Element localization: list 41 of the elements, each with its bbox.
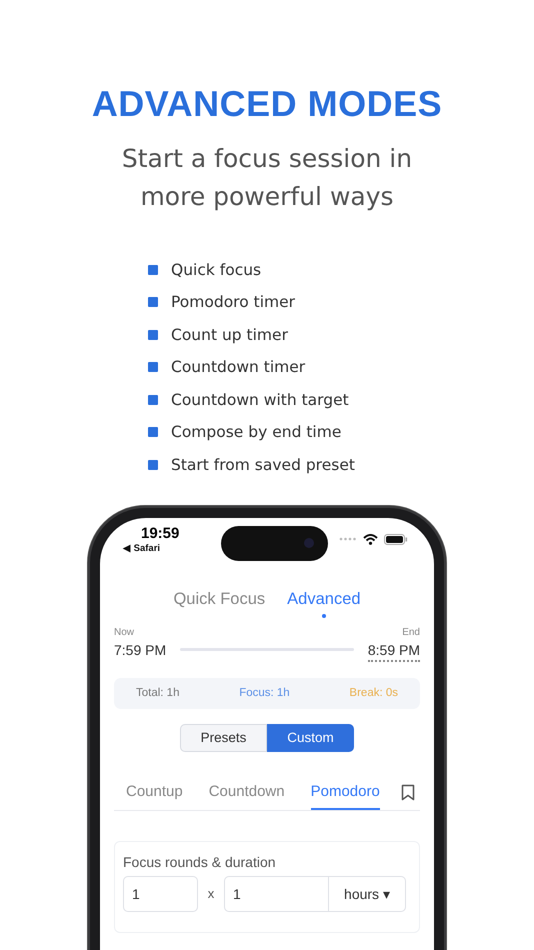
duration-field[interactable]: 1 [224,876,329,912]
feature-label: Countdown timer [171,358,306,376]
wifi-icon [363,534,378,544]
feature-label: Countdown with target [171,390,349,409]
rounds-field[interactable]: 1 [123,876,198,912]
heading: ADVANCED MODES [92,82,442,126]
back-link[interactable]: ◀ Safari [123,542,221,554]
card-title: Focus rounds & duration [123,854,277,870]
feature-label: Start from saved preset [171,456,355,474]
summary-value: Total: 1h [136,687,180,699]
times-sign: x [206,886,216,901]
timer-tab[interactable]: Pomodoro [310,776,380,810]
feature-label: Compose by end time [171,423,342,442]
bullet-icon [148,460,158,470]
mode-tab[interactable]: Advanced [287,590,361,618]
now-label: Now [114,626,136,638]
timer-tab[interactable]: Countup [126,776,183,810]
unit-dropdown[interactable]: hours ▾ [329,876,406,912]
summary-value: Break: 0s [349,687,398,699]
mode-tab[interactable]: Quick Focus [173,590,266,618]
end-label: End [402,626,420,638]
subtitle: Start a focus session in more powerful ways [120,143,414,213]
segment-button[interactable]: Presets [180,724,267,752]
signal-icon [339,537,357,541]
start-time: 7:59 PM [114,642,166,658]
segment-button[interactable]: Custom [267,724,354,752]
bullet-icon [148,394,158,405]
status-time: 19:59 [141,526,180,542]
battery-icon [384,534,408,544]
bullet-icon [148,297,158,308]
end-time[interactable]: 8:59 PM [368,642,420,662]
summary-value: Focus: 1h [239,687,290,699]
bullet-icon [148,264,158,275]
feature-label: Count up timer [171,326,288,344]
feature-label: Quick focus [171,260,262,279]
bullet-icon [148,362,158,372]
bookmark-icon[interactable] [401,784,415,801]
bullet-icon [148,427,158,438]
feature-label: Pomodoro timer [171,293,296,312]
timer-tab[interactable]: Countdown [208,776,285,810]
bullet-icon [148,330,158,340]
